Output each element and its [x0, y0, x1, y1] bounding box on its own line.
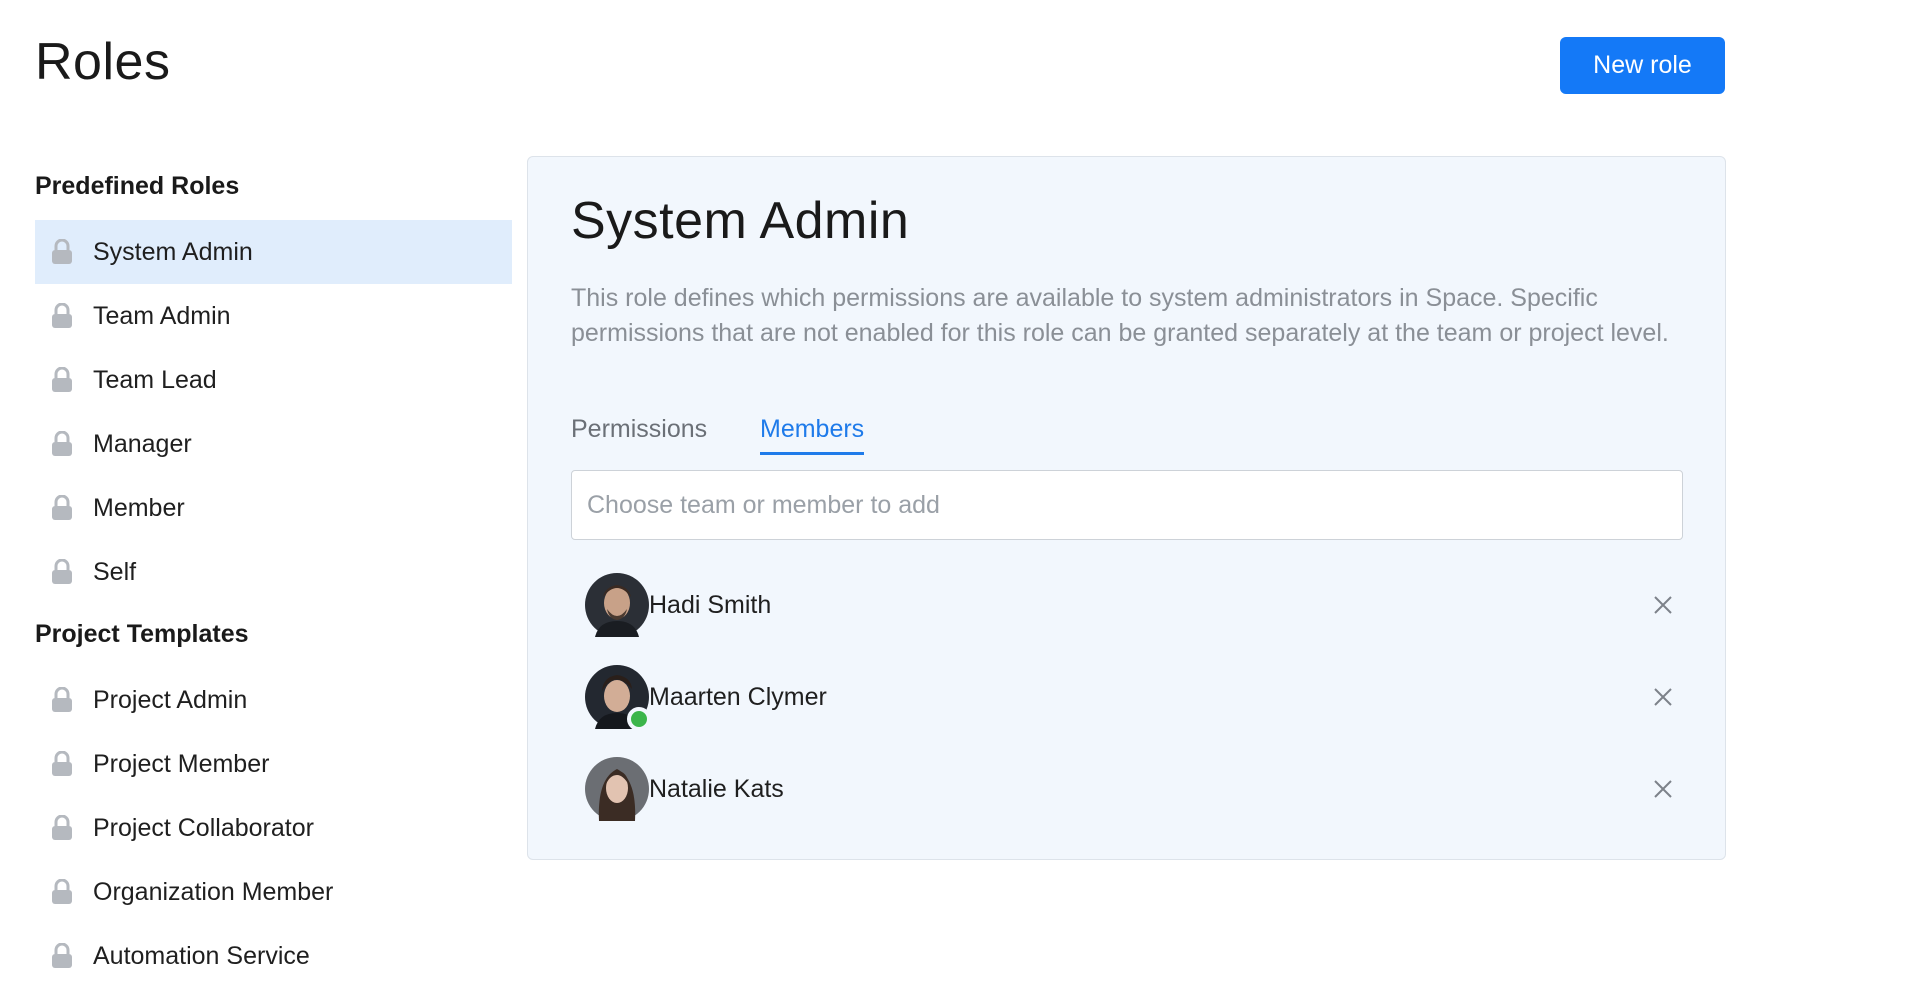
sidebar-item-label: Project Admin: [93, 685, 248, 714]
close-icon[interactable]: [1651, 685, 1675, 709]
close-icon[interactable]: [1651, 777, 1675, 801]
sidebar-item-label: Automation Service: [93, 941, 310, 970]
sidebar-item-automation-service[interactable]: Automation Service: [35, 924, 512, 988]
lock-icon: [52, 943, 72, 968]
sidebar-item-member[interactable]: Member: [35, 476, 512, 540]
tab-permissions[interactable]: Permissions: [571, 415, 707, 452]
member-name: Natalie Kats: [649, 774, 784, 803]
sidebar-item-project-member[interactable]: Project Member: [35, 732, 512, 796]
sidebar-item-label: Team Admin: [93, 301, 231, 330]
sidebar-item-organization-member[interactable]: Organization Member: [35, 860, 512, 924]
member-search-input[interactable]: [571, 470, 1683, 540]
avatar: [585, 665, 651, 731]
role-detail-panel: System Admin This role defines which per…: [527, 156, 1726, 860]
predefined-roles-heading: Predefined Roles: [35, 172, 240, 200]
lock-icon: [52, 751, 72, 776]
avatar: [585, 757, 649, 821]
new-role-button[interactable]: New role: [1560, 37, 1725, 94]
lock-icon: [52, 815, 72, 840]
member-row: Hadi Smith: [585, 573, 1685, 637]
role-title: System Admin: [571, 192, 910, 250]
lock-icon: [52, 431, 72, 456]
role-description: This role defines which permissions are …: [571, 284, 1669, 347]
lock-icon: [52, 239, 72, 264]
sidebar-item-label: Team Lead: [93, 365, 217, 394]
sidebar-item-label: Organization Member: [93, 877, 334, 906]
lock-icon: [52, 303, 72, 328]
project-templates-heading: Project Templates: [35, 620, 249, 648]
lock-icon: [52, 495, 72, 520]
online-status-dot: [627, 707, 651, 731]
sidebar-item-label: Manager: [93, 429, 192, 458]
lock-icon: [52, 559, 72, 584]
lock-icon: [52, 367, 72, 392]
sidebar-item-self[interactable]: Self: [35, 540, 512, 604]
tab-members[interactable]: Members: [760, 415, 865, 455]
sidebar-item-system-admin[interactable]: System Admin: [35, 220, 512, 284]
member-name: Maarten Clymer: [649, 682, 827, 711]
avatar: [585, 573, 649, 637]
sidebar-item-project-collaborator[interactable]: Project Collaborator: [35, 796, 512, 860]
sidebar-item-team-admin[interactable]: Team Admin: [35, 284, 512, 348]
sidebar-item-label: Project Member: [93, 749, 270, 778]
sidebar-item-label: Self: [93, 557, 137, 586]
sidebar-item-team-lead[interactable]: Team Lead: [35, 348, 512, 412]
sidebar-item-label: System Admin: [93, 237, 253, 266]
sidebar-item-label: Member: [93, 493, 185, 522]
close-icon[interactable]: [1651, 593, 1675, 617]
member-name: Hadi Smith: [649, 590, 772, 619]
sidebar-item-project-admin[interactable]: Project Admin: [35, 668, 512, 732]
lock-icon: [52, 687, 72, 712]
lock-icon: [52, 879, 72, 904]
member-row: Maarten Clymer: [585, 665, 1685, 731]
page-title: Roles: [35, 33, 171, 91]
member-row: Natalie Kats: [585, 757, 1685, 821]
sidebar-item-manager[interactable]: Manager: [35, 412, 512, 476]
sidebar-item-label: Project Collaborator: [93, 813, 314, 842]
